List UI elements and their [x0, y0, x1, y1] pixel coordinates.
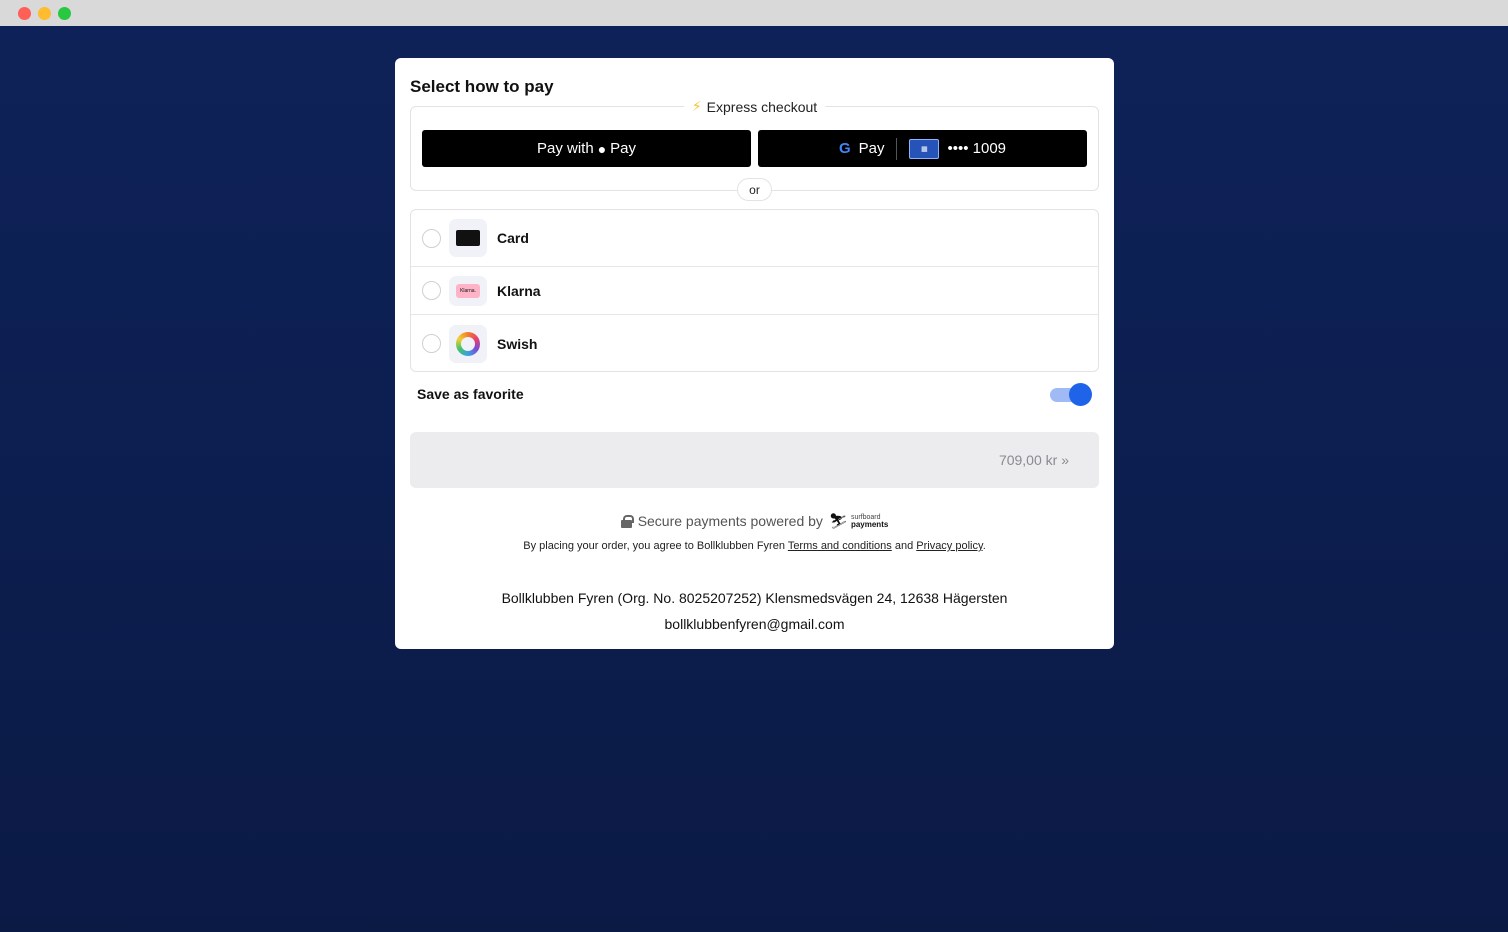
lock-icon: [620, 515, 634, 528]
klarna-radio[interactable]: [422, 281, 441, 300]
express-checkout-label: ⚡ Express checkout: [683, 98, 826, 115]
express-checkout-text: Express checkout: [706, 98, 818, 115]
lightning-icon: ⚡: [691, 98, 702, 114]
bank-card-icon: ▦: [909, 138, 940, 159]
toggle-knob: [1069, 383, 1092, 406]
klarna-badge: Klarna.: [456, 283, 480, 298]
payment-method-label: Swish: [497, 335, 538, 352]
google-pay-button[interactable]: G Pay ▦ •••• 1009: [758, 130, 1087, 167]
pay-submit-label: 709,00 kr »: [998, 452, 1069, 468]
page-title: Select how to pay: [410, 77, 554, 96]
merchant-email: bollklubbenfyren@gmail.com: [664, 616, 845, 632]
card-radio[interactable]: [422, 228, 441, 248]
minimize-window-button[interactable]: [38, 7, 51, 20]
apple-logo-icon: ●: [597, 140, 607, 157]
save-favorite-label: Save as favorite: [417, 386, 524, 402]
save-favorite-toggle[interactable]: [1050, 383, 1092, 406]
terms-notice: By placing your order, you agree to Boll…: [523, 540, 986, 552]
apple-pay-brand: Pay: [610, 140, 637, 157]
secure-payments-text: Secure payments powered by: [637, 513, 823, 529]
surfer-icon: ⛷: [828, 513, 848, 530]
privacy-link[interactable]: Privacy policy: [916, 540, 982, 552]
card-icon: [449, 219, 487, 257]
maximize-window-button[interactable]: [58, 7, 71, 20]
close-window-button[interactable]: [18, 7, 31, 20]
klarna-icon: Klarna.: [449, 275, 487, 306]
window-titlebar: [0, 0, 1508, 26]
page-viewport: Select how to pay ⚡ Express checkout Pay…: [0, 26, 1508, 932]
secure-payments-note: Secure payments powered by ⛷ surfboard p…: [395, 512, 1114, 530]
google-logo-icon: G: [838, 140, 851, 157]
apple-pay-prefix: Pay with: [536, 140, 594, 157]
google-pay-divider: [896, 137, 898, 160]
payment-method-card[interactable]: Card: [411, 210, 1098, 267]
apple-pay-button[interactable]: Pay with ● Pay: [422, 130, 751, 167]
payment-method-swish[interactable]: Swish: [411, 315, 1098, 371]
payment-method-label: Card: [497, 230, 529, 246]
merchant-org-info: Bollklubben Fyren (Org. No. 8025207252) …: [501, 590, 1008, 606]
swish-radio[interactable]: [422, 334, 441, 353]
payment-method-klarna[interactable]: Klarna. Klarna: [411, 267, 1098, 315]
google-pay-brand: Pay: [858, 140, 885, 157]
surfboard-logo: ⛷ surfboard payments: [829, 512, 888, 530]
swish-icon: [449, 324, 487, 363]
terms-link[interactable]: Terms and conditions: [788, 540, 892, 552]
checkout-panel: Select how to pay ⚡ Express checkout Pay…: [395, 58, 1114, 649]
google-pay-card-number: •••• 1009: [947, 140, 1007, 157]
provider-bottom: payments: [850, 520, 889, 529]
pay-submit-button[interactable]: 709,00 kr »: [410, 432, 1099, 488]
payment-method-list: Card Klarna. Klarna Swish: [410, 209, 1099, 372]
payment-method-label: Klarna: [497, 282, 541, 299]
or-separator: or: [737, 178, 772, 201]
